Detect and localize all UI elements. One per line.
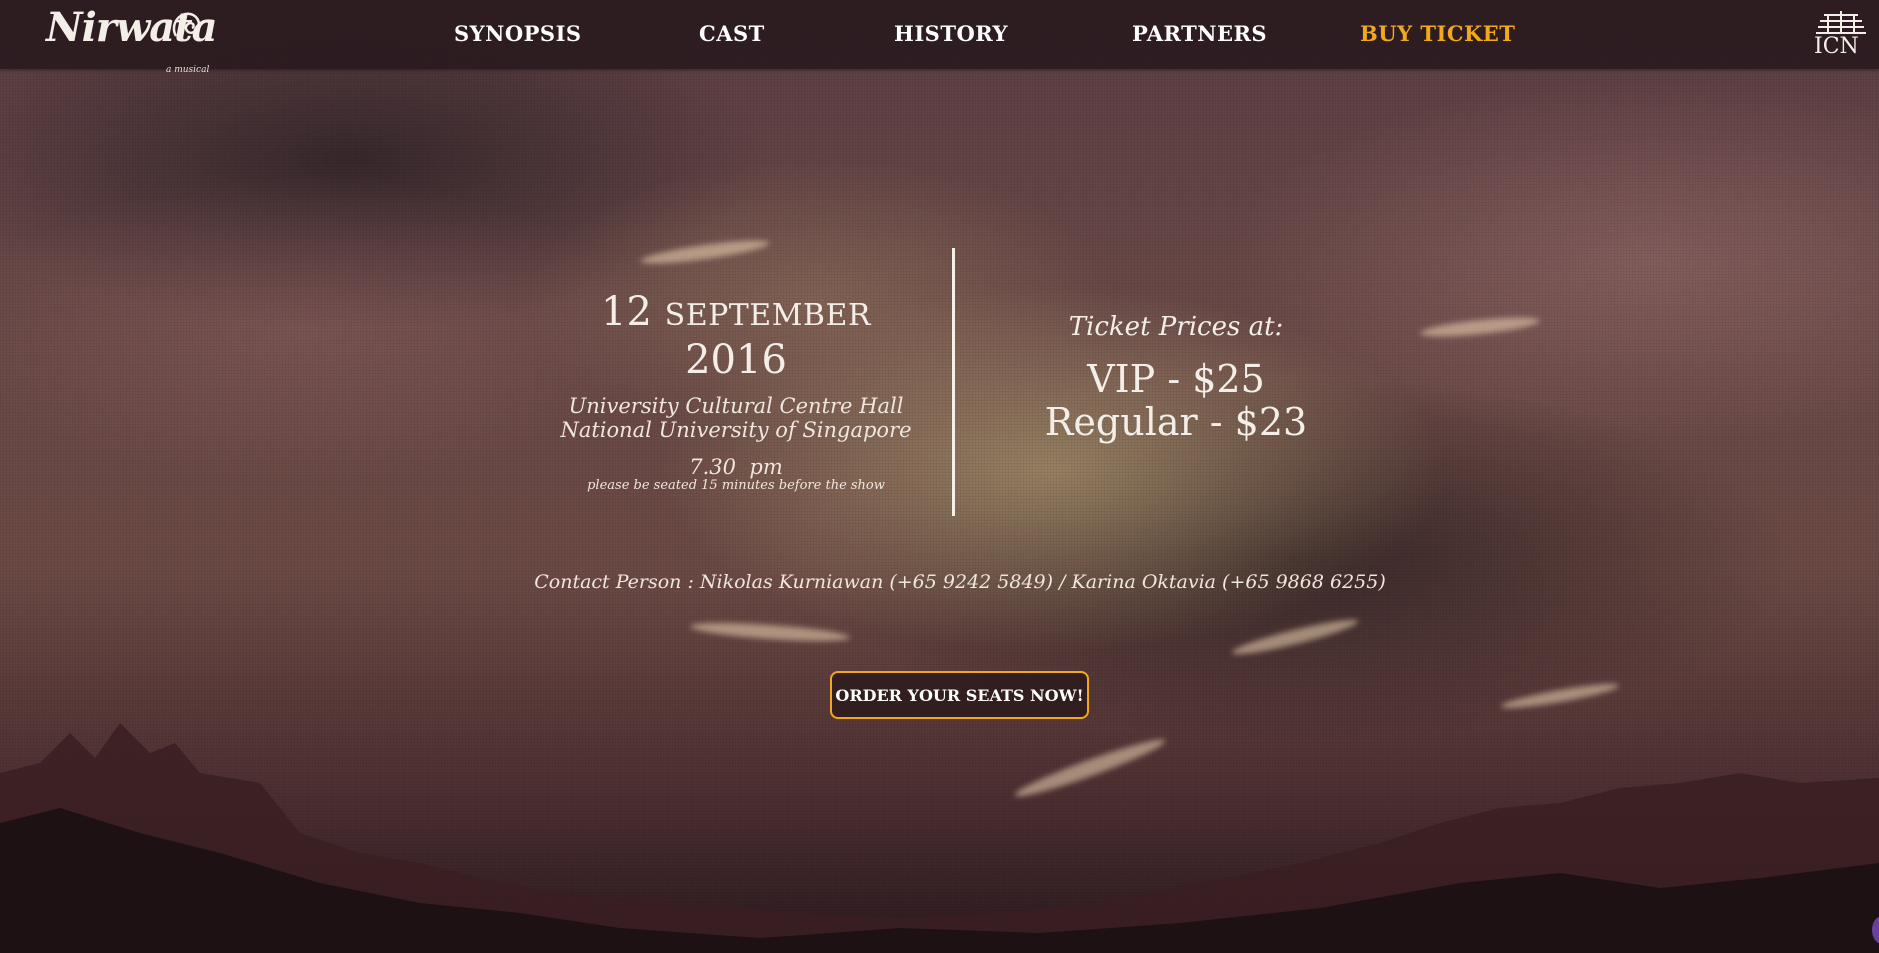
cloud-highlight (1419, 313, 1541, 341)
nav-cast[interactable]: CAST (699, 21, 765, 46)
regular-price: Regular - $23 (1044, 400, 1308, 444)
icn-logo-text: ICN (1814, 34, 1859, 59)
venue: University Cultural Centre Hall National… (556, 394, 916, 442)
ticket-prices-label: Ticket Prices at: (1068, 312, 1284, 342)
venue-line-1: University Cultural Centre Hall (568, 394, 904, 418)
vip-price: VIP - $25 (1087, 357, 1265, 401)
event-details: 12 SEPTEMBER 2016 University Cultural Ce… (556, 290, 916, 494)
seating-note: please be seated 15 minutes before the s… (587, 478, 885, 493)
nav-history[interactable]: HISTORY (894, 21, 1008, 46)
cloud-highlight (689, 619, 851, 645)
order-seats-button[interactable]: ORDER YOUR SEATS NOW! (830, 671, 1089, 719)
date-year: 2016 (685, 337, 787, 383)
nav-buy-ticket[interactable]: BUY TICKET (1360, 21, 1515, 46)
ticket-prices: Ticket Prices at: VIP - $25 Regular - $2… (1040, 312, 1312, 444)
cloud-highlight (639, 236, 771, 268)
event-date: 12 SEPTEMBER 2016 (556, 290, 916, 382)
vertical-divider (952, 248, 955, 516)
nav-synopsis[interactable]: SYNOPSIS (454, 21, 582, 46)
swirl-ornament-icon (172, 12, 201, 37)
landscape-silhouette (0, 723, 1879, 953)
date-day: 12 (601, 289, 652, 335)
top-navbar: Nirwata a musical SYNOPSIS CAST HISTORY … (0, 0, 1879, 75)
cloud-highlight (1230, 614, 1360, 660)
venue-line-2: National University of Singapore (560, 418, 912, 442)
logo-subtext: a musical (166, 65, 210, 75)
contact-person: Contact Person : Nikolas Kurniawan (+65 … (534, 571, 1386, 593)
cloud-highlight (1499, 679, 1621, 713)
show-time: 7.30 pm (689, 455, 783, 479)
nav-partners[interactable]: PARTNERS (1132, 21, 1267, 46)
date-month: SEPTEMBER (664, 298, 871, 333)
